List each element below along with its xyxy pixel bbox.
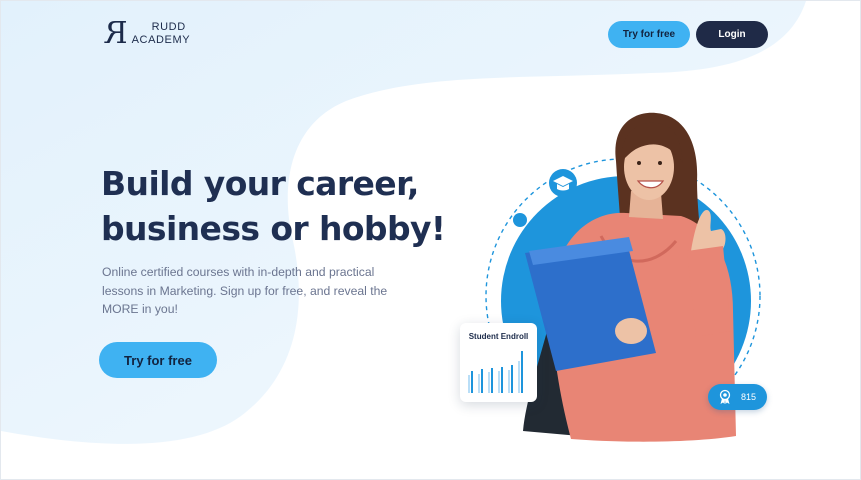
logo-line-2: ACADEMY [131,34,191,46]
student-enroll-title: Student Endroll [468,332,529,341]
hero-title-line-1: Build your career, [101,164,419,203]
enroll-bar-6b [521,351,523,393]
student-figure [523,112,736,442]
enroll-bar-3b [491,368,493,393]
orbit-dot [513,213,527,227]
hero-title-line-2: business or hobby! [101,209,446,248]
enroll-bar-5b [511,365,513,393]
enroll-bar-6a [518,361,520,393]
award-ribbon-icon [719,389,731,404]
hero-description-line-2: lessons in Marketing. Sign up for free, … [102,283,388,298]
student-enroll-card: Student Endroll [460,323,537,402]
enroll-bar-4b [501,367,503,393]
hero-description-line-1: Online certified courses with in-depth a… [102,265,375,279]
graduation-cap-icon [549,169,577,197]
enroll-bar-4a [498,371,500,393]
logo[interactable]: R RUDD ACADEMY [105,16,191,51]
landing-page: R RUDD ACADEMY Try for free Login Build … [0,0,861,480]
logo-mark: R [105,16,128,51]
enroll-bar-2a [478,374,480,393]
enroll-bar-2b [481,369,483,393]
header-try-free-button[interactable]: Try for free [608,21,690,48]
enroll-bar-5a [508,370,510,393]
enroll-bar-1b [471,371,473,393]
hero-description-line-3: MORE in you! [102,302,178,316]
enroll-bar-1a [468,375,470,393]
award-count-badge: 815 [708,384,767,410]
logo-wordmark: RUDD ACADEMY [132,21,191,47]
enroll-bar-3a [488,372,490,393]
hero-title: Build your career, business or hobby! [101,161,461,251]
header-login-button[interactable]: Login [696,21,768,48]
award-count: 815 [741,392,757,402]
hero-description: Online certified courses with in-depth a… [102,263,422,319]
logo-line-1: RUDD [151,21,186,33]
student-enroll-chart [468,351,523,393]
hero-try-free-button[interactable]: Try for free [99,342,217,378]
